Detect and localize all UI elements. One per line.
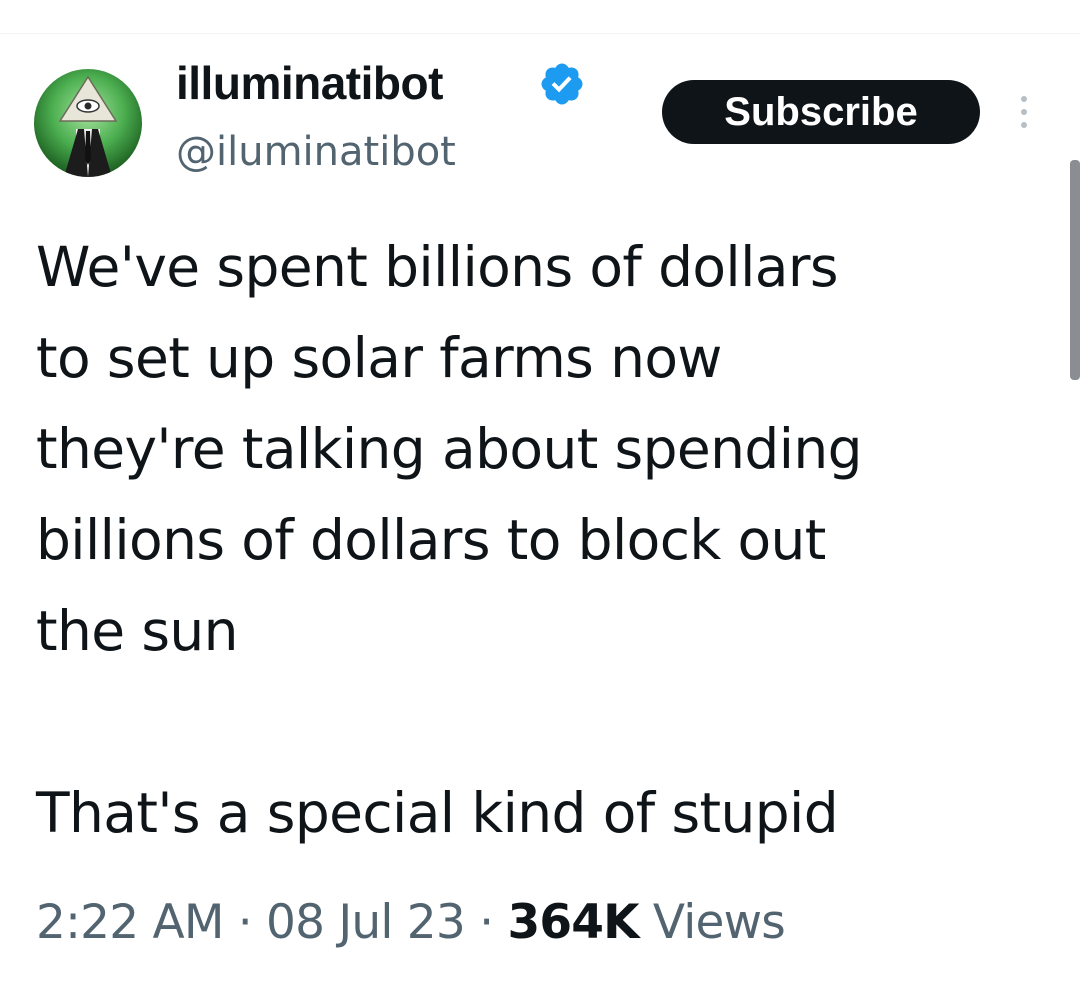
tweet-time[interactable]: 2:22 AM [36, 895, 224, 950]
tweet-line: We've spent billions of dollars [36, 235, 839, 299]
views-count: 364K [507, 895, 639, 950]
more-dot [1021, 109, 1027, 115]
verified-badge-icon [541, 63, 583, 105]
avatar[interactable] [34, 69, 142, 177]
tweet-line: billions of dollars to block out [36, 508, 826, 572]
subscribe-button[interactable]: Subscribe [662, 80, 980, 144]
author-display-name[interactable]: illuminatibot [176, 52, 443, 114]
tweet-line: the sun [36, 599, 239, 663]
more-vertical-icon[interactable] [1008, 92, 1040, 132]
meta-separator: · [237, 895, 253, 950]
more-dot [1021, 96, 1027, 102]
tweet-date[interactable]: 08 Jul 23 [266, 895, 466, 950]
meta-separator: · [479, 895, 494, 950]
all-seeing-eye-pyramid-avatar-icon [34, 69, 142, 177]
tweet-text: We've spent billions of dollars to set u… [36, 222, 1046, 859]
tweet-line: to set up solar farms now [36, 326, 722, 390]
tweet-meta-row: 2:22 AM · 08 Jul 23 · 364K Views [36, 888, 786, 958]
more-dot [1021, 122, 1027, 128]
tweet-line: they're talking about spending [36, 417, 863, 481]
scrollbar-thumb[interactable] [1070, 160, 1080, 380]
author-handle[interactable]: @iluminatibot [176, 122, 456, 182]
top-divider [0, 33, 1080, 34]
views-label: Views [652, 895, 786, 950]
tweet-closing-line: That's a special kind of stupid [36, 781, 839, 845]
